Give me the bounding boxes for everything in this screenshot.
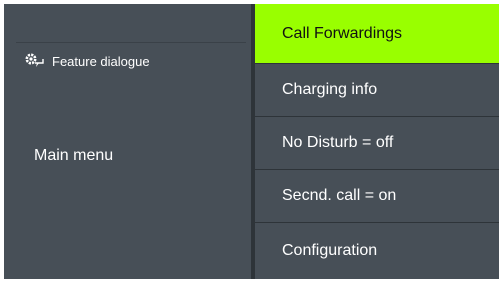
menu-item-second-call[interactable]: Secnd. call = on <box>255 170 499 222</box>
menu-item-label: Charging info <box>282 81 378 98</box>
menu-item-configuration[interactable]: Configuration <box>255 223 499 279</box>
divider <box>16 42 246 43</box>
feature-dialogue-label: Feature dialogue <box>52 53 150 69</box>
feature-dialogue[interactable]: Feature dialogue <box>24 52 150 70</box>
menu-item-label: Call Forwardings <box>282 24 403 42</box>
menu-item-label: Secnd. call = on <box>282 187 397 204</box>
left-panel: Feature dialogue Main menu <box>4 4 251 279</box>
feature-menu: Call Forwardings Charging info No Distur… <box>255 4 499 279</box>
menu-item-label: Configuration <box>282 242 378 259</box>
phone-display: Feature dialogue Main menu Call Forwardi… <box>4 4 499 279</box>
menu-item-label: No Disturb = off <box>282 134 394 151</box>
menu-item-call-forwardings[interactable]: Call Forwardings <box>255 4 499 63</box>
main-menu-label[interactable]: Main menu <box>34 147 113 165</box>
gear-speech-bubble-icon <box>24 52 46 70</box>
menu-item-no-disturb[interactable]: No Disturb = off <box>255 117 499 169</box>
menu-item-charging-info[interactable]: Charging info <box>255 64 499 116</box>
